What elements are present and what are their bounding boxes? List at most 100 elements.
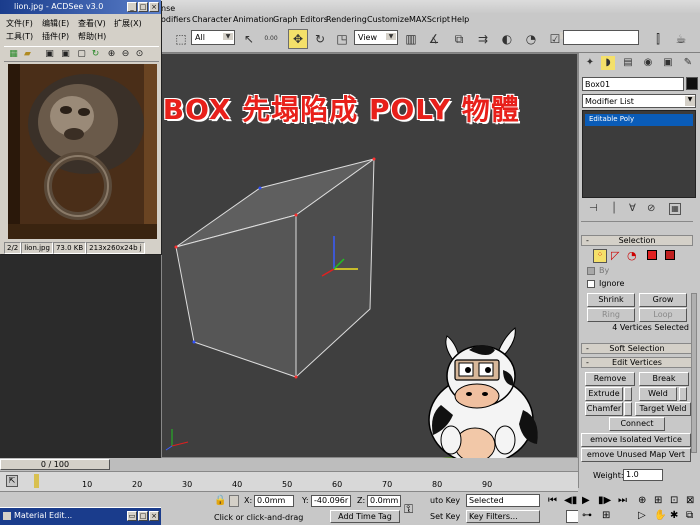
acdsee-titlebar[interactable]: lion.jpg - ACDSee v3.0 _ □ × — [0, 0, 161, 14]
selection-filter-dropdown[interactable]: All — [191, 30, 235, 45]
browse-icon[interactable]: ▦ — [8, 49, 19, 60]
utilities-tab-icon[interactable]: ✎ — [681, 56, 695, 70]
material-editor-taskbar[interactable]: Material Edit... ▭ □ × — [0, 507, 161, 525]
pan-icon[interactable]: ✋ — [654, 510, 666, 521]
loop-button[interactable]: Loop — [639, 308, 687, 322]
maximize-icon[interactable]: □ — [138, 511, 148, 521]
modify-tab-icon[interactable]: ◗ — [601, 56, 615, 70]
modifier-list-dropdown[interactable]: Modifier List — [582, 94, 696, 108]
stack-item-editable-poly[interactable]: Editable Poly — [585, 114, 693, 126]
create-tab-icon[interactable]: ✦ — [583, 56, 597, 70]
z-coordinate-field[interactable]: 0.0mm — [367, 495, 401, 507]
time-slider[interactable]: 0 / 100 — [0, 458, 578, 472]
close-icon[interactable]: × — [149, 511, 159, 521]
set-key-icon[interactable]: ⚿ — [404, 502, 413, 517]
acd-menu-ext[interactable]: 扩展(X) — [114, 18, 142, 29]
panel-scrollbar[interactable] — [691, 293, 697, 453]
add-time-tag-button[interactable]: Add Time Tag — [330, 510, 400, 523]
connect-button[interactable]: Connect — [609, 417, 665, 431]
next-frame-icon[interactable]: ▮▶ — [598, 495, 611, 506]
grow-button[interactable]: Grow — [639, 293, 687, 307]
ignore-backfacing-checkbox[interactable] — [587, 280, 595, 288]
reference-coord-dropdown[interactable]: View — [354, 30, 398, 45]
absolute-mode-icon[interactable] — [229, 495, 239, 507]
trackbar-menu-icon[interactable]: ⇱ — [6, 475, 18, 487]
show-end-result-icon[interactable]: │ — [611, 203, 617, 214]
fullscreen-icon[interactable]: ▢ — [76, 49, 87, 60]
display-tab-icon[interactable]: ▣ — [661, 56, 675, 70]
maximize-viewport-icon[interactable]: ⧉ — [686, 510, 693, 521]
remove-unused-map-verts-button[interactable]: emove Unused Map Vert — [581, 448, 691, 462]
material-icon[interactable]: ◐ — [497, 29, 517, 49]
configure-sets-icon[interactable]: ▦ — [669, 203, 681, 215]
lock-selection-icon[interactable]: 🔒 — [214, 495, 226, 506]
rotate-icon[interactable]: ↻ — [310, 29, 330, 49]
named-selection-dropdown[interactable] — [563, 30, 639, 45]
goto-end-icon[interactable]: ⏭ — [618, 495, 627, 506]
curve-editor-icon[interactable]: ◔ — [521, 29, 541, 49]
snap-icon[interactable]: ∡ — [424, 29, 444, 49]
remove-modifier-icon[interactable]: ⊘ — [647, 203, 655, 214]
remove-button[interactable]: Remove — [585, 372, 635, 386]
ignore-backfacing-option[interactable]: Ignore — [587, 279, 687, 290]
goto-start-icon[interactable]: ⏮ — [548, 495, 557, 506]
set-key-label[interactable]: Set Key — [430, 512, 460, 521]
zoom-viewport-icon[interactable]: ⊕ — [638, 495, 646, 506]
x-coordinate-field[interactable]: 0.0mm — [254, 495, 294, 507]
zoom-extents-icon[interactable]: ⊡ — [670, 495, 678, 506]
edit-vertices-rollout-header[interactable]: Edit Vertices — [581, 357, 693, 368]
zoom-fit-icon[interactable]: ⊙ — [134, 49, 145, 60]
menu-customize[interactable]: Customize — [367, 15, 409, 24]
by-vertex-option[interactable]: By — [587, 266, 687, 277]
auto-key-label[interactable]: uto Key — [430, 496, 460, 505]
soft-selection-rollout-header[interactable]: Soft Selection — [581, 343, 693, 354]
time-config-icon[interactable]: ⊞ — [602, 510, 610, 521]
menu-graph-editors[interactable]: Graph Editors — [273, 15, 328, 24]
rotate-icon[interactable]: ↻ — [90, 49, 101, 60]
hierarchy-tab-icon[interactable]: ▤ — [621, 56, 635, 70]
weld-settings-button[interactable] — [679, 387, 687, 401]
element-level-icon[interactable] — [665, 250, 675, 260]
time-slider-thumb[interactable]: 0 / 100 — [0, 459, 110, 470]
zoom-extents-all-icon[interactable]: ⊠ — [686, 495, 694, 506]
selection-rollout-header[interactable]: Selection — [581, 235, 693, 246]
chamfer-settings-button[interactable] — [624, 402, 632, 416]
acdsee-window[interactable]: lion.jpg - ACDSee v3.0 _ □ × 文件(F) 编辑(E)… — [0, 0, 161, 254]
menu-rendering[interactable]: Rendering — [326, 15, 367, 24]
acd-menu-tools[interactable]: 工具(T) — [6, 31, 33, 42]
acd-menu-file[interactable]: 文件(F) — [6, 18, 33, 29]
mirror-icon[interactable]: ⧉ — [449, 29, 469, 49]
remove-isolated-vertices-button[interactable]: emove Isolated Vertice — [581, 433, 691, 447]
zoom-out-icon[interactable]: ⊖ — [120, 49, 131, 60]
y-coordinate-field[interactable]: -40.096r — [311, 495, 351, 507]
menu-modifiers[interactable]: odifiers — [161, 15, 191, 24]
ring-button[interactable]: Ring — [587, 308, 635, 322]
menu-help[interactable]: Help — [451, 15, 469, 24]
zoom-in-icon[interactable]: ⊕ — [106, 49, 117, 60]
acd-menu-plugins[interactable]: 插件(P) — [42, 31, 69, 42]
weld-button[interactable]: Weld — [639, 387, 677, 401]
acd-menu-view[interactable]: 查看(V) — [78, 18, 106, 29]
play-icon[interactable]: ▶ — [582, 495, 590, 506]
scale-icon[interactable]: ◳ — [332, 29, 352, 49]
key-filters-button[interactable]: Key Filters... — [466, 510, 540, 523]
menu-character[interactable]: Character — [192, 15, 232, 24]
break-button[interactable]: Break — [639, 372, 689, 386]
acd-menu-help[interactable]: 帮助(H) — [78, 31, 106, 42]
vertex-level-icon[interactable]: ⁘ — [593, 249, 607, 263]
pivot-icon[interactable]: ▥ — [401, 29, 421, 49]
arc-rotate-icon[interactable]: ✱ — [670, 510, 678, 521]
border-level-icon[interactable]: ◔ — [627, 249, 637, 262]
select-by-name-icon[interactable]: 0.00 — [261, 29, 281, 49]
menu-maxscript[interactable]: MAXScript — [409, 15, 450, 24]
selection-set-dropdown[interactable]: Selected — [466, 494, 540, 507]
shrink-button[interactable]: Shrink — [587, 293, 635, 307]
by-vertex-checkbox[interactable] — [587, 267, 595, 275]
zoom-all-icon[interactable]: ⊞ — [654, 495, 662, 506]
restore-icon[interactable]: ▭ — [127, 511, 137, 521]
target-weld-button[interactable]: Target Weld — [635, 402, 691, 416]
extrude-button[interactable]: Extrude — [585, 387, 623, 401]
align-icon[interactable]: ⇉ — [473, 29, 493, 49]
open-folder-icon[interactable]: ▰ — [22, 49, 33, 60]
next-icon[interactable]: ▣ — [60, 49, 71, 60]
